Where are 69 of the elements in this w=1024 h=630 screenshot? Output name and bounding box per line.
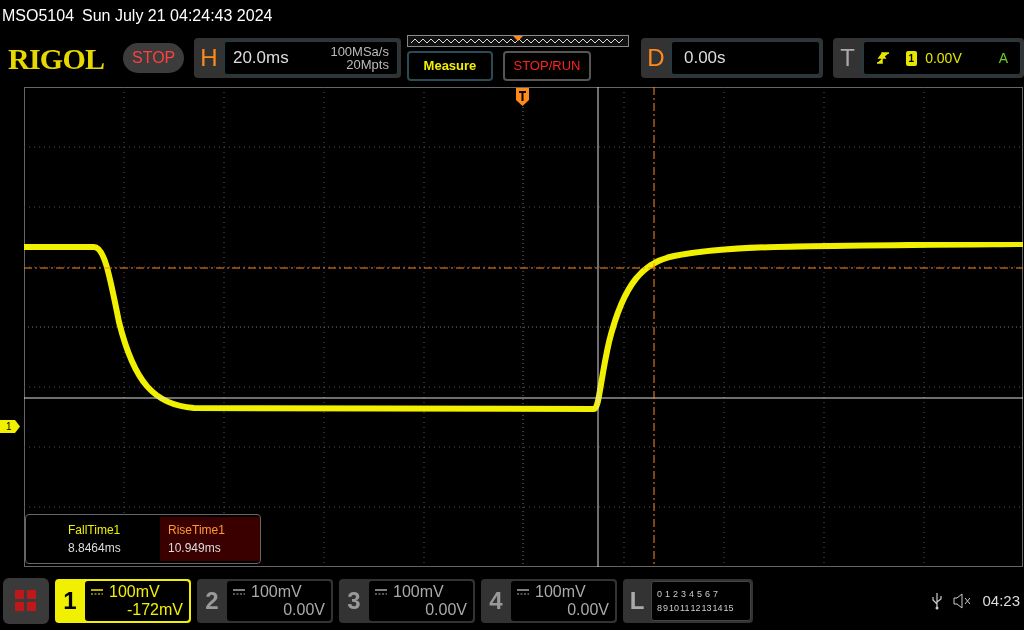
dc-coupling-icon xyxy=(517,588,529,596)
rising-edge-icon xyxy=(875,51,890,65)
logic-channel-label: 2 xyxy=(673,588,679,601)
logic-channel-label: 6 xyxy=(705,588,711,601)
channel-panel[interactable]: 4 100mV 0.00V xyxy=(481,579,617,623)
trigger-panel[interactable]: T 1 0.00V A xyxy=(832,38,1024,78)
channel-scale: 100mV xyxy=(109,583,160,601)
clock: 04:23 xyxy=(982,590,1020,611)
trigger-level: 0.00V xyxy=(925,48,962,68)
measure-button[interactable]: Measure xyxy=(406,51,493,81)
usb-icon xyxy=(932,592,943,610)
logic-channel-label: 0 xyxy=(657,588,662,601)
model-name: MSO5104 xyxy=(2,6,75,26)
delay-label: D xyxy=(646,43,666,73)
logic-channel-label: 15 xyxy=(723,602,734,615)
channel-offset: 0.00V xyxy=(567,601,609,619)
channel-number: 3 xyxy=(346,586,362,616)
logic-channel-label: 4 xyxy=(689,588,695,601)
logic-channel-label: 1 xyxy=(665,588,671,601)
trigger-position-marker xyxy=(516,88,529,106)
apps-button[interactable] xyxy=(3,578,49,624)
logic-channel-label: 12 xyxy=(690,602,701,615)
channel-panel[interactable]: 1 100mV -172mV xyxy=(55,579,191,623)
horizontal-label: H xyxy=(199,43,219,73)
trigger-source: 1 xyxy=(905,50,918,66)
channel-marker: 1 xyxy=(0,420,20,433)
logic-channel-label: 7 xyxy=(713,588,719,601)
channel-panel[interactable]: 3 100mV 0.00V xyxy=(339,579,475,623)
trigger-label: T xyxy=(839,43,856,73)
channel-number: 1 xyxy=(62,586,78,616)
measurement-value: 8.8464ms xyxy=(68,540,122,557)
channel-offset: -172mV xyxy=(126,601,183,619)
logic-channel-label: 8 xyxy=(657,602,662,615)
channel-scale: 100mV xyxy=(251,583,302,601)
logic-channel-label: 9 xyxy=(663,602,669,615)
channel-number: 4 xyxy=(488,586,504,616)
channel-offset: 0.00V xyxy=(425,601,467,619)
horizontal-panel[interactable]: H 20.0ms 100MSa/s 20Mpts xyxy=(193,38,401,78)
logic-channel-label: 11 xyxy=(680,602,690,615)
stop-run-button[interactable]: STOP/RUN xyxy=(502,51,591,81)
timebase-value: 20.0ms xyxy=(232,47,289,70)
channel-offset: 0.00V xyxy=(283,601,325,619)
logic-channel-label: 13 xyxy=(701,602,712,615)
logic-channel-label: 3 xyxy=(681,588,687,601)
channel-scale: 100mV xyxy=(535,583,586,601)
measurement-value: 10.949ms xyxy=(168,540,222,557)
logic-channel-label: 10 xyxy=(669,602,680,615)
measurement-item[interactable]: RiseTime1 10.949ms xyxy=(160,517,260,561)
speaker-muted-icon xyxy=(952,593,973,609)
channel-scale: 100mV xyxy=(393,583,444,601)
grid-icon xyxy=(15,590,37,612)
dc-coupling-icon xyxy=(91,588,103,596)
sample-rate: 100MSa/s xyxy=(330,45,389,58)
channel-panel[interactable]: 2 100mV 0.00V xyxy=(197,579,333,623)
measurement-name: FallTime1 xyxy=(68,522,122,539)
delay-panel[interactable]: D 0.00s xyxy=(640,38,823,78)
logic-panel[interactable]: L 0 1 2 3 4 5 6 7 891011 12 13 14 15 xyxy=(623,579,753,623)
logic-channel-label: 5 xyxy=(697,588,703,601)
trigger-mode: A xyxy=(998,48,1008,68)
date-time: Sun July 21 04:24:43 2024 xyxy=(82,6,273,26)
delay-value: 0.00s xyxy=(683,47,726,70)
logo: RIGOL xyxy=(8,40,106,77)
dc-coupling-icon xyxy=(233,588,245,596)
channel-number: 2 xyxy=(204,586,220,616)
logic-channel-label: 14 xyxy=(712,602,723,615)
logic-label: L xyxy=(628,586,646,616)
measurement-name: RiseTime1 xyxy=(168,522,226,539)
dc-coupling-icon xyxy=(375,588,387,596)
memory-depth: 20Mpts xyxy=(346,58,389,71)
